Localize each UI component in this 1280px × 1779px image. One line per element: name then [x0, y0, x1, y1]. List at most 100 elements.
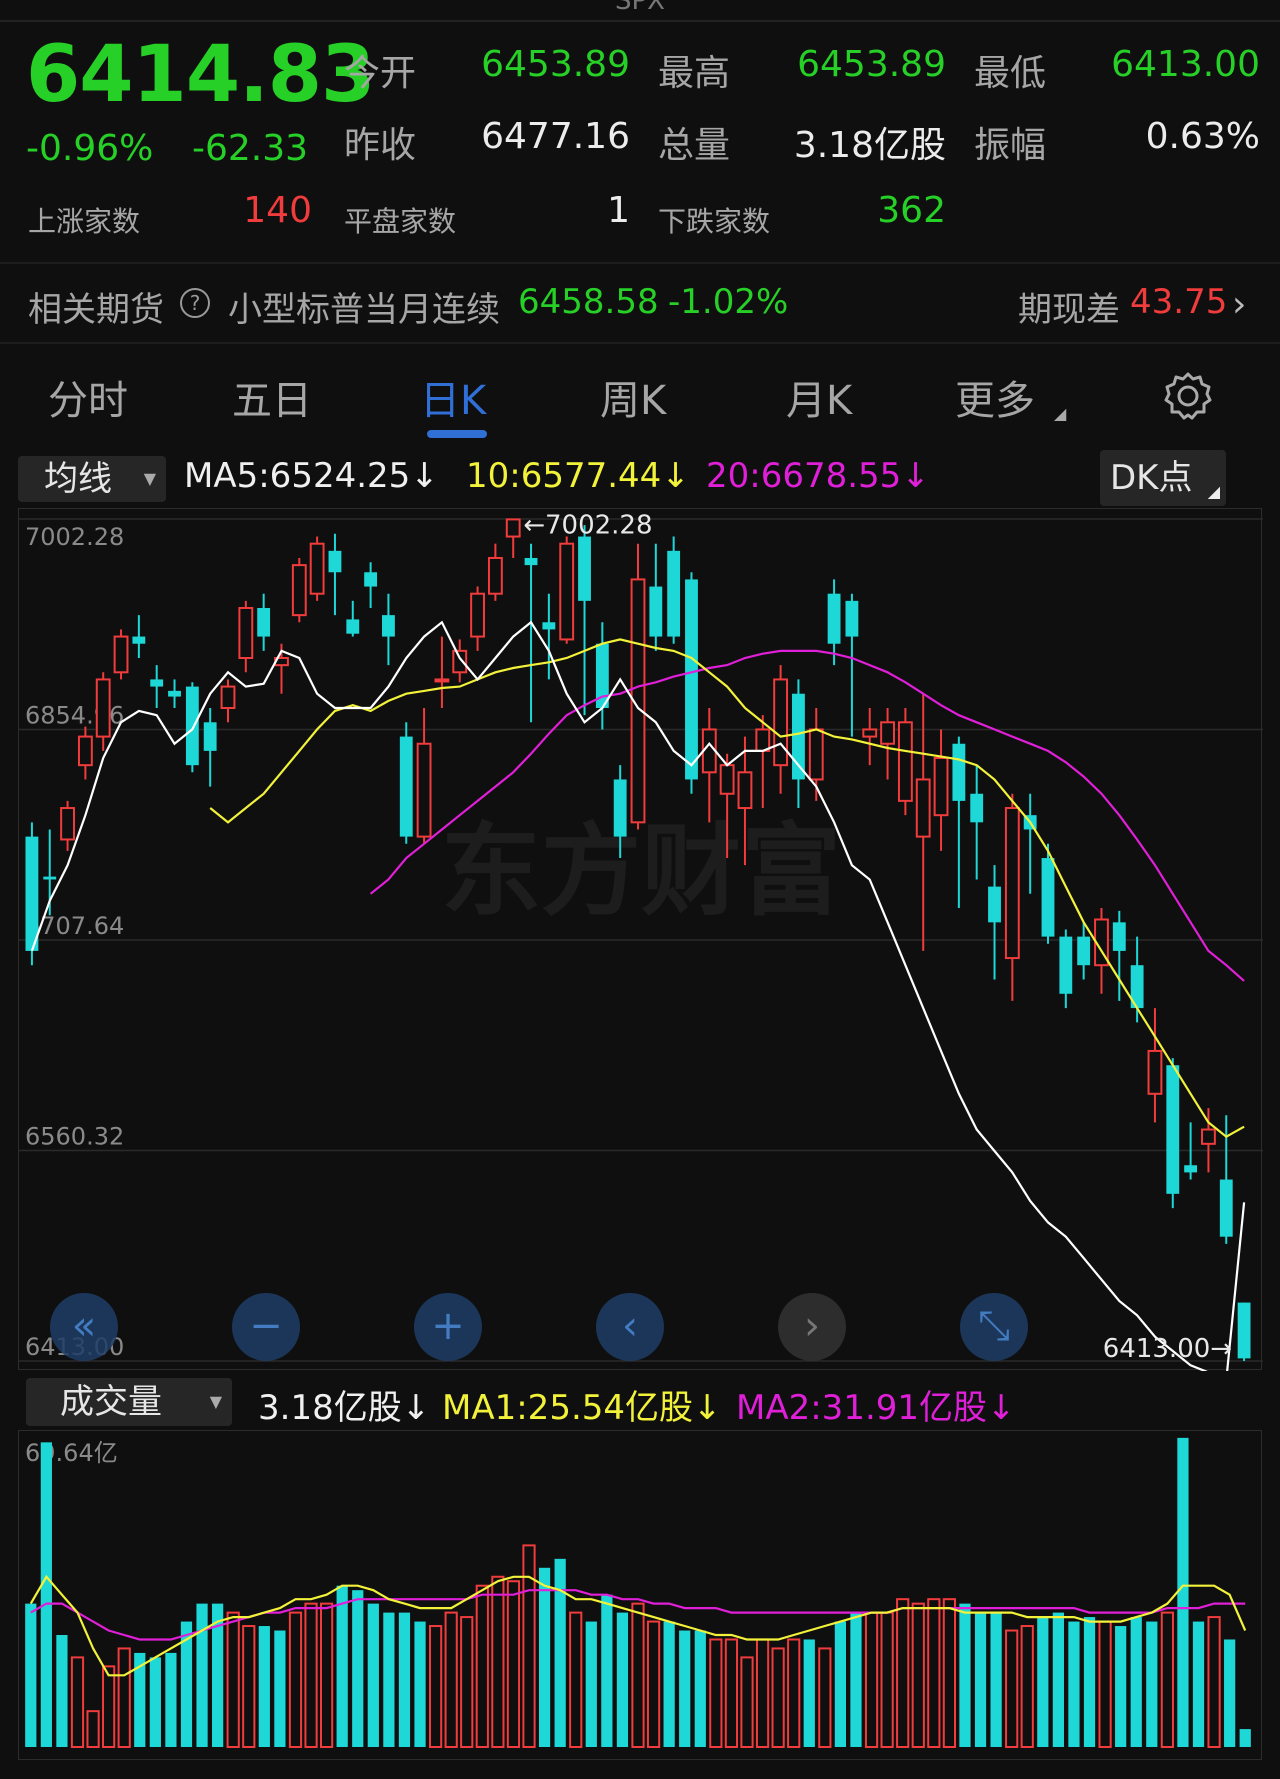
volume-bar	[818, 1647, 832, 1748]
volume-bar	[585, 1621, 597, 1747]
double-left-icon[interactable]: «	[50, 1293, 118, 1361]
indicator-select[interactable]: 均线 ▼	[18, 456, 166, 502]
candle-body	[1004, 807, 1020, 960]
volume-bar	[1192, 1621, 1205, 1747]
volume-svg: 69.64亿	[25, 1437, 1251, 1749]
candle-body	[685, 579, 698, 780]
candle-body	[970, 793, 984, 823]
zoom-out-icon[interactable]: −	[232, 1293, 300, 1361]
volume-bar	[694, 1630, 706, 1747]
volume-bar	[428, 1625, 443, 1748]
stat-label: 振幅	[974, 125, 1047, 166]
candle	[1004, 793, 1020, 1001]
indicator-select-label: 均线	[44, 459, 112, 499]
stat-value: 6453.89	[481, 44, 630, 85]
candle-body	[988, 886, 1001, 923]
candle	[434, 636, 450, 709]
candle	[897, 708, 913, 816]
zoom-in-icon[interactable]: +	[414, 1293, 482, 1361]
ma5-legend: MA5:6524.25↓	[184, 456, 439, 496]
tab-five-day[interactable]: 五日	[232, 368, 312, 426]
candle	[399, 722, 413, 844]
candle	[95, 672, 111, 751]
candle-body	[505, 518, 521, 538]
futures-bar[interactable]: 相关期货 ? 小型标普当月连续 6458.58 -1.02% 期现差 43.75…	[0, 262, 1280, 344]
candle-body	[1147, 1049, 1163, 1095]
period-tabs: 分时 五日 日K 周K 月K 更多 ◢	[0, 356, 1280, 446]
volume-bar	[646, 1620, 661, 1748]
volume-bar	[959, 1603, 971, 1747]
volume-chart[interactable]: 69.64亿	[18, 1430, 1262, 1760]
futures-label: 相关期货	[28, 290, 164, 330]
right-icon[interactable]: ›	[778, 1293, 846, 1361]
candle	[988, 865, 1001, 980]
volume-select[interactable]: 成交量 ▼	[26, 1378, 232, 1426]
candle	[559, 536, 575, 644]
tab-daily-k[interactable]: 日K	[420, 368, 486, 426]
candle	[701, 708, 717, 823]
candle	[203, 708, 217, 787]
volume-bar	[631, 1602, 645, 1748]
basis-value: 43.75	[1130, 282, 1228, 322]
candle-body	[1112, 922, 1126, 951]
volume-bar	[1068, 1621, 1080, 1747]
high-marker-label: ←7002.28	[523, 510, 652, 540]
volume-bar	[102, 1665, 116, 1748]
volume-bar	[1052, 1612, 1064, 1747]
ma5-arrow: ↓	[410, 456, 439, 496]
candle-body	[220, 685, 236, 710]
volume-bar	[25, 1603, 37, 1747]
candle-body	[933, 757, 949, 817]
candle	[132, 615, 146, 658]
kline-chart[interactable]: 7002.286854.966707.646560.326413.00东方财富←…	[18, 508, 1263, 1382]
volume-bar	[304, 1602, 318, 1748]
volume-bar	[1239, 1729, 1251, 1747]
volume-bar	[40, 1442, 52, 1747]
last-price: 6414.83	[26, 30, 375, 120]
tab-weekly-k[interactable]: 周K	[600, 368, 666, 426]
candle-body	[113, 635, 129, 674]
header-divider	[0, 20, 1280, 22]
candle	[257, 593, 271, 651]
candle-body	[613, 779, 627, 837]
left-icon[interactable]: ‹	[596, 1293, 664, 1361]
candle-body	[185, 686, 199, 766]
question-circle-icon[interactable]: ?	[180, 288, 210, 318]
tab-monthly-k[interactable]: 月K	[786, 368, 852, 426]
candle-body	[487, 556, 503, 595]
volume-ma2-legend: MA2:31.91亿股↓	[736, 1380, 1016, 1429]
candle	[346, 600, 360, 637]
volume-bar	[149, 1657, 161, 1747]
candle-body	[808, 728, 824, 781]
candle-body	[132, 636, 146, 644]
candle-body	[291, 564, 307, 617]
volume-arrow: ↓	[401, 1388, 431, 1428]
volume-y-label: 69.64亿	[25, 1439, 118, 1467]
volume-bar	[803, 1639, 815, 1747]
expand-icon[interactable]: ⤡	[960, 1293, 1028, 1361]
tab-more[interactable]: 更多	[955, 368, 1035, 426]
breadth-label: 下跌家数	[658, 205, 771, 238]
candle-body	[880, 721, 895, 745]
candle-body	[1201, 1128, 1216, 1145]
candle-body	[77, 735, 93, 767]
change-value: -62.33	[192, 128, 309, 169]
dk-point-button[interactable]: DK点 ◢	[1100, 450, 1226, 506]
tab-intraday[interactable]: 分时	[48, 368, 128, 426]
volume-bar	[86, 1710, 100, 1749]
candle	[542, 593, 556, 680]
breadth-value: 140	[243, 190, 312, 231]
gear-icon[interactable]	[1162, 370, 1214, 422]
ma5-text: MA5:6524.25	[184, 456, 411, 496]
watermark: 东方财富	[441, 813, 841, 930]
candle-body	[150, 679, 164, 687]
candle-body	[1077, 936, 1091, 966]
candle	[595, 622, 609, 730]
volume-bar	[679, 1630, 691, 1747]
candle-body	[667, 550, 681, 637]
chevron-right-icon[interactable]: ›	[1232, 284, 1246, 325]
stat-value: 6413.00	[1111, 44, 1260, 85]
candle-body	[578, 536, 591, 601]
candle	[487, 543, 503, 601]
candle	[150, 665, 164, 709]
